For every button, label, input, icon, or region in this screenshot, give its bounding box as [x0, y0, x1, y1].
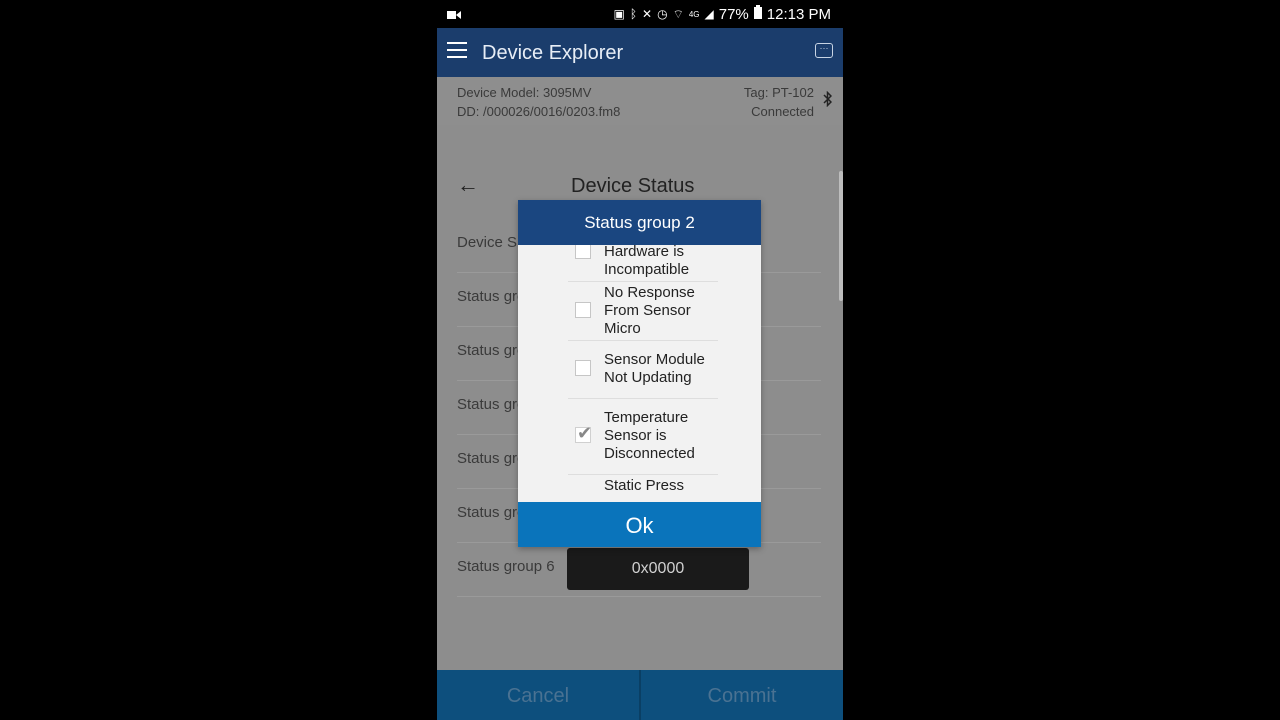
item-label: Hardware is Incompatible: [604, 245, 690, 278]
checkbox-checked[interactable]: ✔: [575, 423, 592, 443]
scroll-handle[interactable]: [839, 171, 843, 301]
status-value-box[interactable]: 0x0000: [567, 548, 749, 590]
status-bar: ▣ ᛒ ✕ ◷ ⌔ 4G ◢ 77% 12:13 PM: [437, 0, 843, 28]
checkbox[interactable]: [575, 245, 591, 259]
back-arrow-icon[interactable]: ←: [457, 172, 479, 198]
bottom-action-bar: Cancel Commit: [437, 670, 843, 720]
commit-button[interactable]: Commit: [641, 670, 843, 720]
dialog-title: Status group 2: [518, 200, 761, 245]
row-label: Status gro: [457, 342, 526, 359]
app-title: Device Explorer: [482, 42, 624, 64]
row-label: Device S: [457, 234, 518, 251]
battery-percent: 77%: [718, 5, 749, 23]
checkbox[interactable]: [575, 360, 591, 376]
row-label: Status gro: [457, 450, 526, 467]
list-item[interactable]: Sensor Module Not Updating: [568, 341, 718, 399]
bluetooth-icon: ᛒ: [629, 7, 638, 21]
device-model: Device Model: 3095MV: [457, 85, 592, 100]
hamburger-menu-icon[interactable]: [447, 42, 467, 58]
network-label: 4G: [688, 9, 700, 19]
device-dd-path: DD: /000026/0016/0203.fm8: [457, 104, 621, 119]
device-info-panel: Device Model: 3095MV DD: /000026/0016/02…: [437, 77, 843, 125]
mute-icon: ✕: [642, 7, 653, 21]
page-title: Device Status: [571, 175, 695, 197]
connection-status: Connected: [751, 104, 814, 119]
item-label: No Response From Sensor Micro: [604, 284, 695, 337]
signal-icon: ◢: [704, 7, 714, 21]
battery-icon: [753, 5, 762, 23]
ok-button[interactable]: Ok: [518, 502, 761, 547]
check-icon: ✔: [577, 423, 593, 443]
list-item[interactable]: No Response From Sensor Micro: [568, 282, 718, 341]
phone-screen: ▣ ᛒ ✕ ◷ ⌔ 4G ◢ 77% 12:13 PM Device Explo…: [437, 0, 843, 720]
device-tag: Tag: PT-102: [743, 85, 814, 100]
wifi-icon: ⌔: [672, 6, 684, 21]
bluetooth-icon: [823, 90, 833, 110]
item-label: Temperature Sensor is Disconnected: [604, 409, 695, 462]
app-bar: Device Explorer ···: [437, 28, 843, 77]
cast-icon: ▣: [613, 7, 625, 21]
alarm-icon: ◷: [657, 7, 668, 21]
cancel-button[interactable]: Cancel: [437, 670, 639, 720]
status-group-dialog: Status group 2 Hardware is Incompatible …: [518, 200, 761, 547]
row-label: Status gro: [457, 288, 526, 305]
row-label: Status group 6: [457, 558, 555, 575]
clock: 12:13 PM: [766, 5, 831, 23]
row-label: Status gro: [457, 504, 526, 521]
list-item[interactable]: Hardware is Incompatible: [568, 245, 718, 282]
list-item[interactable]: Static Press: [568, 475, 718, 502]
dialog-checkbox-list[interactable]: Hardware is Incompatible No Response Fro…: [518, 245, 761, 502]
item-label: Sensor Module Not Updating: [604, 351, 705, 386]
chat-icon[interactable]: ···: [815, 43, 833, 58]
video-icon: [447, 7, 461, 24]
list-item[interactable]: ✔ Temperature Sensor is Disconnected: [568, 399, 718, 475]
row-label: Status gro: [457, 396, 526, 413]
checkbox[interactable]: [575, 302, 591, 318]
item-label: Static Press: [604, 477, 685, 494]
